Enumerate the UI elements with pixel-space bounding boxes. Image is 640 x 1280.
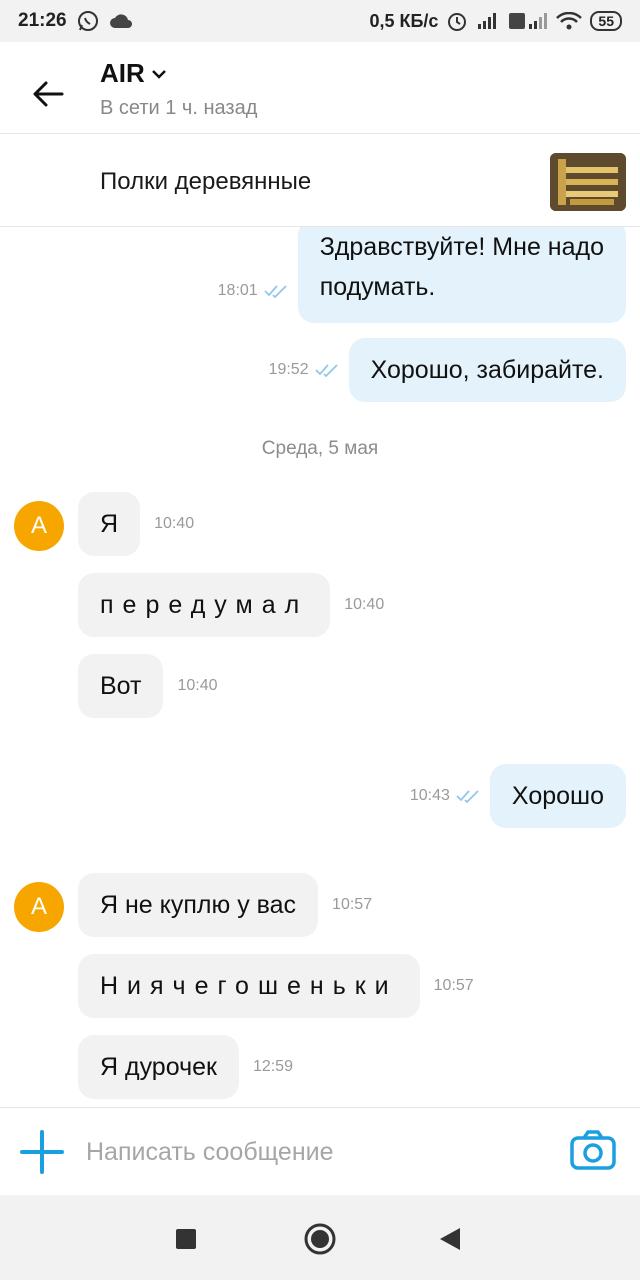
message-text: Я <box>78 492 141 556</box>
chat-title-block[interactable]: AIR В сети 1 ч. назад <box>100 58 257 120</box>
circle-icon <box>304 1223 336 1255</box>
cloud-icon <box>109 13 133 29</box>
arrow-left-icon <box>33 81 64 107</box>
message-incoming[interactable]: Вот 10:40 <box>78 654 218 718</box>
message-outgoing[interactable]: 19:52 Хорошо, забирайте. <box>269 338 626 402</box>
whatsapp-icon <box>77 10 99 32</box>
message-incoming[interactable]: Я не куплю у вас 10:57 <box>78 873 372 937</box>
product-thumbnail[interactable] <box>550 153 626 211</box>
chat-header: AIR В сети 1 ч. назад <box>0 42 640 134</box>
message-text: Я не куплю у вас <box>78 873 319 937</box>
battery-icon: 55 <box>590 11 622 31</box>
status-time: 21:26 <box>18 10 67 31</box>
message-time: 10:57 <box>332 896 373 913</box>
product-name: Полки деревянные <box>100 168 312 195</box>
product-strip[interactable]: Полки деревянные <box>0 135 640 227</box>
message-text: Вот <box>78 654 164 718</box>
chevron-down-icon <box>151 69 166 79</box>
message-composer <box>0 1107 640 1195</box>
message-text: передумал <box>78 573 331 637</box>
network-speed: 0,5 КБ/с <box>369 10 439 31</box>
message-time: 18:01 <box>217 282 258 299</box>
message-text: подумать. <box>319 273 436 301</box>
chat-title: AIR <box>100 58 145 88</box>
shelves-image <box>550 153 626 211</box>
message-time: 12:59 <box>252 1058 293 1075</box>
avatar[interactable]: А <box>14 501 64 551</box>
recent-apps-button[interactable] <box>166 1219 206 1259</box>
double-check-icon <box>314 364 338 377</box>
back-button[interactable] <box>26 72 70 116</box>
square-icon <box>176 1229 196 1249</box>
home-button[interactable] <box>300 1219 340 1259</box>
message-text: Здравствуйте! Мне надо <box>319 233 604 261</box>
plus-icon <box>20 1130 64 1174</box>
message-incoming[interactable]: передумал 10:40 <box>78 573 384 637</box>
double-check-icon <box>456 790 479 803</box>
wifi-icon <box>556 12 583 30</box>
avatar[interactable]: А <box>14 882 64 932</box>
message-input[interactable] <box>86 1130 546 1174</box>
message-time: 10:57 <box>433 977 474 994</box>
message-list[interactable]: 18:01 Здравствуйте! Мне надо подумать. 1… <box>0 227 640 1107</box>
message-incoming[interactable]: Ниячегошеньки 10:57 <box>78 954 474 1018</box>
message-time: 10:40 <box>344 596 385 613</box>
message-time: 10:40 <box>154 515 195 532</box>
attach-button[interactable] <box>20 1130 64 1174</box>
status-bar: 21:26 0,5 КБ/с 55 <box>0 0 640 42</box>
double-check-icon <box>264 285 287 298</box>
triangle-left-icon <box>440 1228 460 1250</box>
message-time: 19:52 <box>268 361 309 378</box>
message-outgoing[interactable]: 18:01 Здравствуйте! Мне надо подумать. <box>218 227 626 323</box>
system-nav-bar <box>0 1195 640 1280</box>
message-text: Хорошо, забирайте. <box>348 338 626 402</box>
message-text: Хорошо <box>489 764 626 828</box>
volte-icon <box>508 12 548 30</box>
message-time: 10:40 <box>177 677 218 694</box>
message-text: Ниячегошеньки <box>78 954 420 1018</box>
chat-online-status: В сети 1 ч. назад <box>100 97 258 119</box>
date-separator: Среда, 5 мая <box>261 438 379 459</box>
message-outgoing[interactable]: 10:43 Хорошо <box>410 764 626 828</box>
message-incoming[interactable]: Я 10:40 <box>78 492 194 556</box>
alarm-icon <box>446 10 468 32</box>
camera-icon <box>570 1130 616 1170</box>
message-text: Я дурочек <box>78 1035 239 1099</box>
back-nav-button[interactable] <box>430 1219 470 1259</box>
message-time: 10:43 <box>409 787 450 804</box>
camera-button[interactable] <box>570 1130 616 1174</box>
signal-icon <box>476 12 500 30</box>
message-incoming[interactable]: Я дурочек 12:59 <box>78 1035 293 1099</box>
